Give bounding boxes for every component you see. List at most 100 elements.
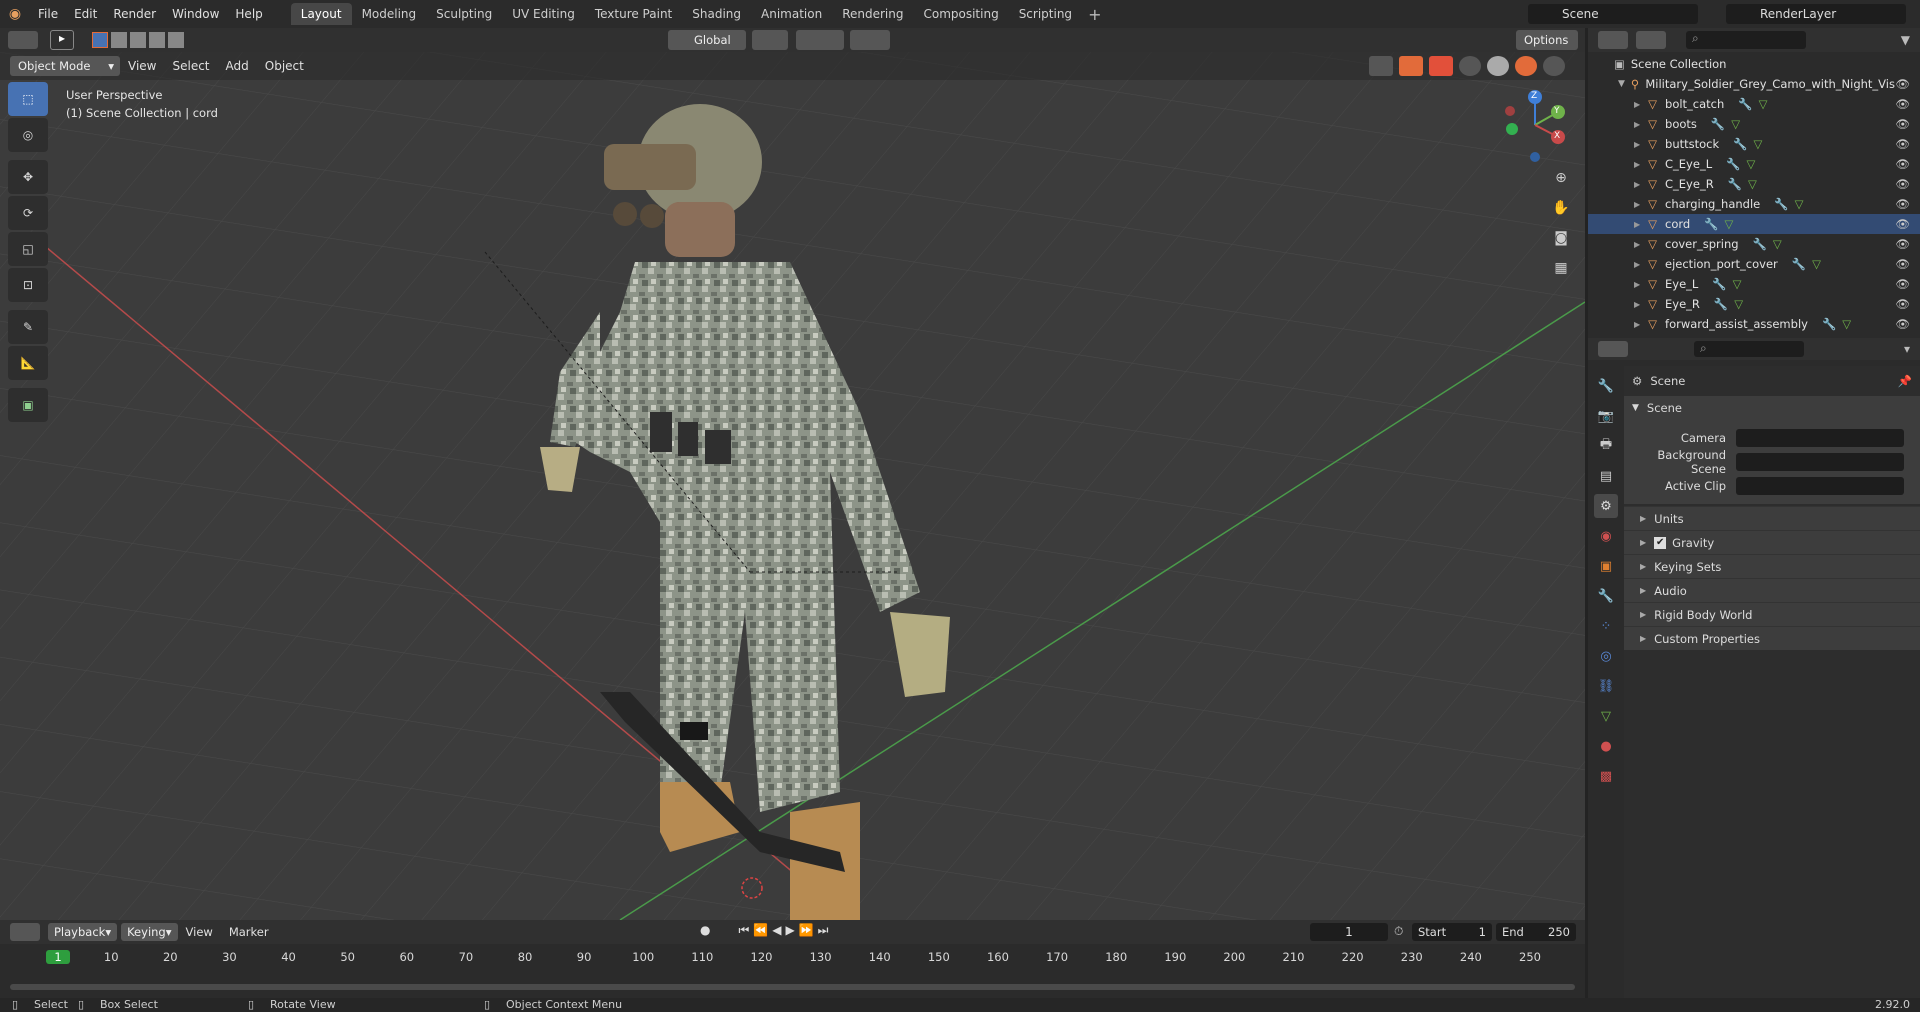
- expand-arrow-icon[interactable]: ▶: [1634, 140, 1640, 149]
- move-tool-icon[interactable]: ✥: [8, 160, 48, 194]
- visibility-eye-icon[interactable]: 👁: [1895, 137, 1910, 151]
- visibility-eye-icon[interactable]: 👁: [1895, 317, 1910, 331]
- play-icon[interactable]: ▶: [785, 923, 794, 938]
- outliner-item[interactable]: ▶ ▽ forward_assist_assembly 🔧 ▽ 👁: [1588, 314, 1920, 334]
- visibility-eye-icon[interactable]: 👁: [1895, 77, 1910, 91]
- snap-icon[interactable]: [796, 30, 844, 50]
- expand-arrow-icon[interactable]: ▶: [1634, 300, 1640, 309]
- timeline-scrollbar[interactable]: [10, 984, 1575, 990]
- expand-arrow-icon[interactable]: ▶: [1634, 280, 1640, 289]
- visibility-eye-icon[interactable]: 👁: [1895, 177, 1910, 191]
- menu-window[interactable]: Window: [164, 0, 227, 28]
- properties-options-icon[interactable]: ▾: [1904, 342, 1910, 356]
- outliner-editor-type-icon[interactable]: [1598, 31, 1628, 49]
- expand-arrow-icon[interactable]: ▶: [1634, 160, 1640, 169]
- tab-sculpting[interactable]: Sculpting: [426, 3, 502, 25]
- object-tab-icon[interactable]: ▣: [1594, 554, 1618, 578]
- visibility-eye-icon[interactable]: 👁: [1895, 297, 1910, 311]
- add-menu[interactable]: Add: [218, 52, 257, 80]
- tab-uv-editing[interactable]: UV Editing: [502, 3, 585, 25]
- menu-help[interactable]: Help: [227, 0, 270, 28]
- rotate-tool-icon[interactable]: ⟳: [8, 196, 48, 230]
- select-mode-extend-icon[interactable]: [111, 32, 127, 48]
- output-tab-icon[interactable]: 🖶: [1594, 434, 1618, 458]
- properties-editor-type-icon[interactable]: [1598, 341, 1628, 357]
- annotate-tool-icon[interactable]: ✎: [8, 310, 48, 344]
- modifier-tab-icon[interactable]: 🔧: [1594, 584, 1618, 608]
- options-dropdown[interactable]: Options: [1516, 30, 1578, 50]
- visibility-eye-icon[interactable]: 👁: [1895, 257, 1910, 271]
- overlay-icon[interactable]: [1369, 56, 1393, 76]
- timeline[interactable]: Playback ▾ Keying ▾ View Marker ● ⏮ ⏪ ◀ …: [0, 920, 1585, 998]
- start-frame-field[interactable]: Start 1: [1412, 923, 1492, 941]
- tab-texture-paint[interactable]: Texture Paint: [585, 3, 682, 25]
- prop-field-input[interactable]: [1736, 429, 1904, 447]
- panel-rigid-body-world[interactable]: ▶ Rigid Body World: [1624, 602, 1920, 626]
- visibility-eye-icon[interactable]: 👁: [1895, 97, 1910, 111]
- keying-menu[interactable]: Keying ▾: [121, 923, 178, 941]
- marker-menu[interactable]: Marker: [221, 918, 277, 946]
- visibility-eye-icon[interactable]: 👁: [1895, 217, 1910, 231]
- view-layer-tab-icon[interactable]: ▤: [1594, 464, 1618, 488]
- outliner-item[interactable]: ▶ ▽ buttstock 🔧 ▽ 👁: [1588, 134, 1920, 154]
- zoom-icon[interactable]: ⊕: [1548, 170, 1574, 194]
- world-tab-icon[interactable]: ◉: [1594, 524, 1618, 548]
- visibility-eye-icon[interactable]: 👁: [1895, 157, 1910, 171]
- scene-panel-header[interactable]: ▼ Scene: [1624, 396, 1920, 420]
- panel-units[interactable]: ▶ Units: [1624, 506, 1920, 530]
- select-menu[interactable]: Select: [164, 52, 217, 80]
- texture-tab-icon[interactable]: ▩: [1594, 764, 1618, 788]
- pin-icon[interactable]: 📌: [1898, 374, 1912, 388]
- visibility-eye-icon[interactable]: 👁: [1895, 197, 1910, 211]
- tab-animation[interactable]: Animation: [751, 3, 832, 25]
- add-cube-tool-icon[interactable]: ▣: [8, 388, 48, 422]
- scene-tab-icon[interactable]: ⚙: [1594, 494, 1618, 518]
- expand-arrow-icon[interactable]: ▶: [1634, 200, 1640, 209]
- select-box-tool-icon[interactable]: ⬚: [8, 82, 48, 116]
- select-mode-new-icon[interactable]: [92, 32, 108, 48]
- material-tab-icon[interactable]: ●: [1594, 734, 1618, 758]
- visibility-eye-icon[interactable]: 👁: [1895, 237, 1910, 251]
- expand-arrow-icon[interactable]: ▶: [1634, 180, 1640, 189]
- select-mode-subtract-icon[interactable]: [130, 32, 146, 48]
- transform-orientation-dropdown[interactable]: Global: [668, 30, 746, 50]
- expand-arrow-icon[interactable]: ▶: [1634, 320, 1640, 329]
- view-menu[interactable]: View: [120, 52, 164, 80]
- record-icon[interactable]: ●: [700, 923, 710, 938]
- panel-gravity[interactable]: ▶ ✔ Gravity: [1624, 530, 1920, 554]
- expand-arrow-icon[interactable]: ▶: [1634, 260, 1640, 269]
- tab-scripting[interactable]: Scripting: [1009, 3, 1082, 25]
- visibility-eye-icon[interactable]: 👁: [1895, 117, 1910, 131]
- outliner-item[interactable]: ▶ ▽ bolt_catch 🔧 ▽ 👁: [1588, 94, 1920, 114]
- rendered-shading-icon[interactable]: [1543, 56, 1565, 76]
- outliner-item[interactable]: ▶ ▽ charging_handle 🔧 ▽ 👁: [1588, 194, 1920, 214]
- menu-file[interactable]: File: [30, 0, 66, 28]
- transform-tool-icon[interactable]: ⊡: [8, 268, 48, 302]
- expand-arrow-icon[interactable]: ▶: [1634, 100, 1640, 109]
- properties-search-input[interactable]: ⌕: [1694, 341, 1804, 357]
- playback-menu[interactable]: Playback ▾: [48, 923, 118, 941]
- jump-end-icon[interactable]: ⏭: [818, 923, 829, 938]
- expand-arrow-icon[interactable]: ▶: [1634, 220, 1640, 229]
- select-tool-icon[interactable]: ▸: [50, 30, 74, 50]
- constraints-tab-icon[interactable]: ⛓: [1594, 674, 1618, 698]
- navigation-gizmo[interactable]: Z Y X: [1500, 87, 1570, 167]
- timeline-ruler[interactable]: 1 10 20 30 40 50 60 70 80 90 100 110 120 130 140 150 160…: [0, 944, 1585, 974]
- stopwatch-icon[interactable]: ⏱: [1394, 924, 1403, 939]
- expand-arrow-icon[interactable]: ▶: [1634, 240, 1640, 249]
- wireframe-shading-icon[interactable]: [1459, 56, 1481, 76]
- current-frame-field[interactable]: 1: [1310, 923, 1388, 941]
- timeline-view-menu[interactable]: View: [178, 918, 221, 946]
- menu-render[interactable]: Render: [105, 0, 164, 28]
- pan-hand-icon[interactable]: ✋: [1548, 200, 1574, 224]
- render-tab-icon[interactable]: 📷: [1594, 404, 1618, 428]
- visibility-eye-icon[interactable]: 👁: [1895, 277, 1910, 291]
- physics-tab-icon[interactable]: ◎: [1594, 644, 1618, 668]
- tab-modeling[interactable]: Modeling: [352, 3, 427, 25]
- outliner-item[interactable]: ▶ ▽ Eye_L 🔧 ▽ 👁: [1588, 274, 1920, 294]
- xray-icon[interactable]: [1429, 56, 1453, 76]
- prev-keyframe-icon[interactable]: ⏪: [753, 923, 768, 938]
- outliner-search-input[interactable]: ⌕: [1686, 31, 1806, 49]
- scene-collection-row[interactable]: ▣ Scene Collection: [1588, 54, 1920, 74]
- expand-arrow-icon[interactable]: ▶: [1634, 120, 1640, 129]
